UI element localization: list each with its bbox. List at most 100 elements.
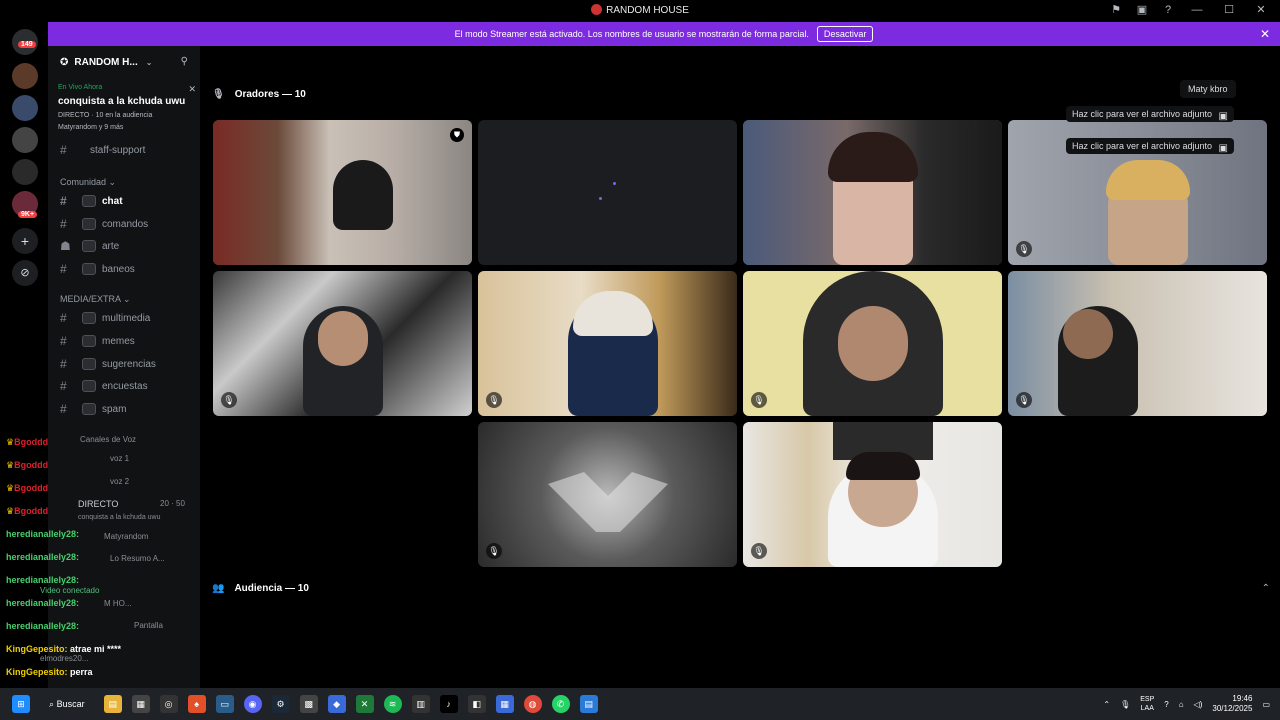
maximize-button[interactable]: ☐ bbox=[1218, 3, 1240, 17]
channel-staff-support[interactable]: # staff-support bbox=[60, 144, 194, 156]
notepad-icon[interactable]: ▤ bbox=[579, 695, 598, 713]
microphone-icon: 🎙 bbox=[212, 89, 225, 100]
file-explorer-icon[interactable]: ▤ bbox=[103, 695, 122, 713]
server-icon[interactable] bbox=[12, 95, 38, 121]
video-tile[interactable]: 🎙 bbox=[213, 271, 472, 416]
crown-icon: ♛ bbox=[6, 460, 15, 470]
deactivate-button[interactable]: Desactivar bbox=[816, 26, 874, 42]
app-icon[interactable]: ◆ bbox=[327, 695, 346, 713]
attachment-notice[interactable]: Haz clic para ver el archivo adjunto ▣ bbox=[1066, 138, 1234, 154]
microphone-icon[interactable]: 🎙 bbox=[1120, 700, 1130, 709]
app-icon[interactable]: ▩ bbox=[299, 695, 318, 713]
server-icon[interactable] bbox=[12, 127, 38, 153]
speakers-header: 🎙 Oradores — 10 bbox=[212, 89, 306, 100]
attachment-notice[interactable]: Haz clic para ver el archivo adjunto ▣ bbox=[1066, 106, 1234, 122]
chat-line: heredianallely28: bbox=[6, 552, 79, 562]
video-tile[interactable]: ⛊ bbox=[213, 120, 472, 265]
server-header[interactable]: ✪ RANDOM H... ⌄ ⚲ bbox=[48, 46, 200, 78]
channel-label: spam bbox=[102, 403, 127, 415]
live-label: En Vivo Ahora bbox=[58, 84, 103, 91]
app-icon[interactable]: ▥ bbox=[411, 695, 430, 713]
participant-face bbox=[1063, 309, 1113, 359]
participant-silhouette bbox=[333, 160, 393, 230]
video-tile[interactable]: 🎙 bbox=[1008, 271, 1267, 416]
hash-icon: # bbox=[60, 217, 67, 231]
server-icon[interactable] bbox=[12, 159, 38, 185]
server-icon-random-house[interactable] bbox=[12, 63, 38, 89]
channel-chat[interactable]: # chat bbox=[60, 192, 194, 210]
window-title-text: RANDOM HOUSE bbox=[606, 5, 689, 16]
video-tile[interactable]: 🎙 bbox=[743, 271, 1002, 416]
add-server-icon[interactable]: + bbox=[12, 228, 38, 254]
live-meta: DIRECTO · 10 en la audiencia bbox=[58, 112, 153, 119]
stage-view: 🎙 Oradores — 10 Maty kbro ⛊ 🎙 Haz clic pa… bbox=[200, 46, 1280, 688]
app-icon[interactable]: ◧ bbox=[467, 695, 486, 713]
voice-channel-directo: DIRECTO bbox=[78, 499, 119, 509]
close-window-button[interactable]: ✕ bbox=[1250, 3, 1272, 17]
channel-memes[interactable]: # memes bbox=[60, 332, 194, 350]
banner-close-icon[interactable]: ✕ bbox=[1260, 27, 1270, 41]
channel-sugerencias[interactable]: # sugerencias bbox=[60, 355, 194, 373]
channel-label: arte bbox=[102, 240, 120, 252]
chevron-up-icon[interactable]: ⌃ bbox=[1103, 700, 1110, 709]
category-media[interactable]: MEDIA/EXTRA ⌄ bbox=[60, 294, 131, 305]
video-tile[interactable]: 🎙 bbox=[478, 422, 737, 567]
invite-icon[interactable]: ⚲ bbox=[181, 56, 188, 67]
xbox-icon[interactable]: ✕ bbox=[355, 695, 374, 713]
live-title: conquista a la kchuda uwu bbox=[58, 96, 186, 107]
screen-icon[interactable]: ▣ bbox=[1134, 3, 1150, 17]
calculator-icon[interactable]: ▦ bbox=[495, 695, 514, 713]
notification-icon[interactable]: ▭ bbox=[1262, 700, 1270, 709]
server-name: RANDOM H... bbox=[74, 56, 138, 68]
taskbar-search[interactable]: ⌕ Buscar bbox=[41, 693, 93, 715]
chat-text: atrae mi **** bbox=[70, 644, 122, 654]
minimize-button[interactable]: — bbox=[1186, 3, 1208, 17]
chrome-icon[interactable]: ◍ bbox=[523, 695, 542, 713]
category-comunidad[interactable]: Comunidad ⌄ bbox=[60, 177, 116, 188]
video-tile[interactable] bbox=[743, 120, 1002, 265]
loading-dot bbox=[613, 182, 616, 185]
search-icon: ⌕ bbox=[49, 698, 55, 709]
close-icon[interactable]: ✕ bbox=[188, 84, 196, 95]
steam-icon[interactable]: ⚙ bbox=[271, 695, 290, 713]
help-icon[interactable]: ? bbox=[1164, 700, 1168, 709]
voice-channel-2: voz 2 bbox=[110, 477, 130, 486]
store-icon[interactable]: ▦ bbox=[131, 695, 150, 713]
network-icon[interactable]: ⌂ bbox=[1179, 700, 1184, 709]
chat-line: ♛Bgoddd bbox=[6, 483, 48, 494]
windows-start-icon[interactable]: ⊞ bbox=[12, 695, 30, 713]
voice-channel-1: voz 1 bbox=[110, 454, 130, 463]
tiktok-icon[interactable]: ♪ bbox=[439, 695, 458, 713]
channel-multimedia[interactable]: # multimedia bbox=[60, 309, 194, 327]
channel-emoji-icon bbox=[82, 218, 96, 230]
audience-header[interactable]: 👥 Audiencia — 10 bbox=[212, 583, 309, 594]
whatsapp-icon[interactable]: ✆ bbox=[551, 695, 570, 713]
chat-user: Bgoddd bbox=[14, 483, 49, 493]
video-tile[interactable] bbox=[478, 120, 737, 265]
chat-line: ♛Bgoddd bbox=[6, 437, 48, 448]
channel-arte[interactable]: ☗ arte bbox=[60, 237, 194, 255]
volume-icon[interactable]: ◁) bbox=[1194, 700, 1203, 709]
channel-encuestas[interactable]: # encuestas bbox=[60, 377, 194, 395]
language-indicator[interactable]: ESP LAA bbox=[1140, 695, 1154, 713]
voice-user: Lo Resumo A... bbox=[110, 554, 165, 563]
video-tile[interactable]: 🎙 bbox=[478, 271, 737, 416]
category-label: MEDIA/EXTRA bbox=[60, 294, 121, 304]
inbox-icon[interactable]: ⚑ bbox=[1108, 3, 1124, 17]
video-tile[interactable]: 🎙 bbox=[743, 422, 1002, 567]
live-now-card[interactable]: En Vivo Ahora conquista a la kchuda uwu … bbox=[58, 84, 196, 131]
channel-baneos[interactable]: # baneos bbox=[60, 260, 194, 278]
app-icon[interactable]: ▭ bbox=[215, 695, 234, 713]
spotify-icon[interactable]: ≋ bbox=[383, 695, 402, 713]
chevron-up-icon[interactable]: ⌃ bbox=[1262, 583, 1270, 594]
chat-user: Bgoddd bbox=[14, 437, 49, 447]
channel-comandos[interactable]: # comandos bbox=[60, 215, 194, 233]
discord-icon[interactable]: ◉ bbox=[243, 695, 262, 713]
discover-icon[interactable]: ⊘ bbox=[12, 260, 38, 286]
clock[interactable]: 19:46 30/12/2025 bbox=[1212, 694, 1252, 714]
brave-icon[interactable]: ♠ bbox=[187, 695, 206, 713]
help-icon[interactable]: ? bbox=[1160, 3, 1176, 17]
chat-line: ♛Bgoddd bbox=[6, 506, 48, 517]
app-icon[interactable]: ◎ bbox=[159, 695, 178, 713]
channel-spam[interactable]: # spam bbox=[60, 400, 194, 418]
